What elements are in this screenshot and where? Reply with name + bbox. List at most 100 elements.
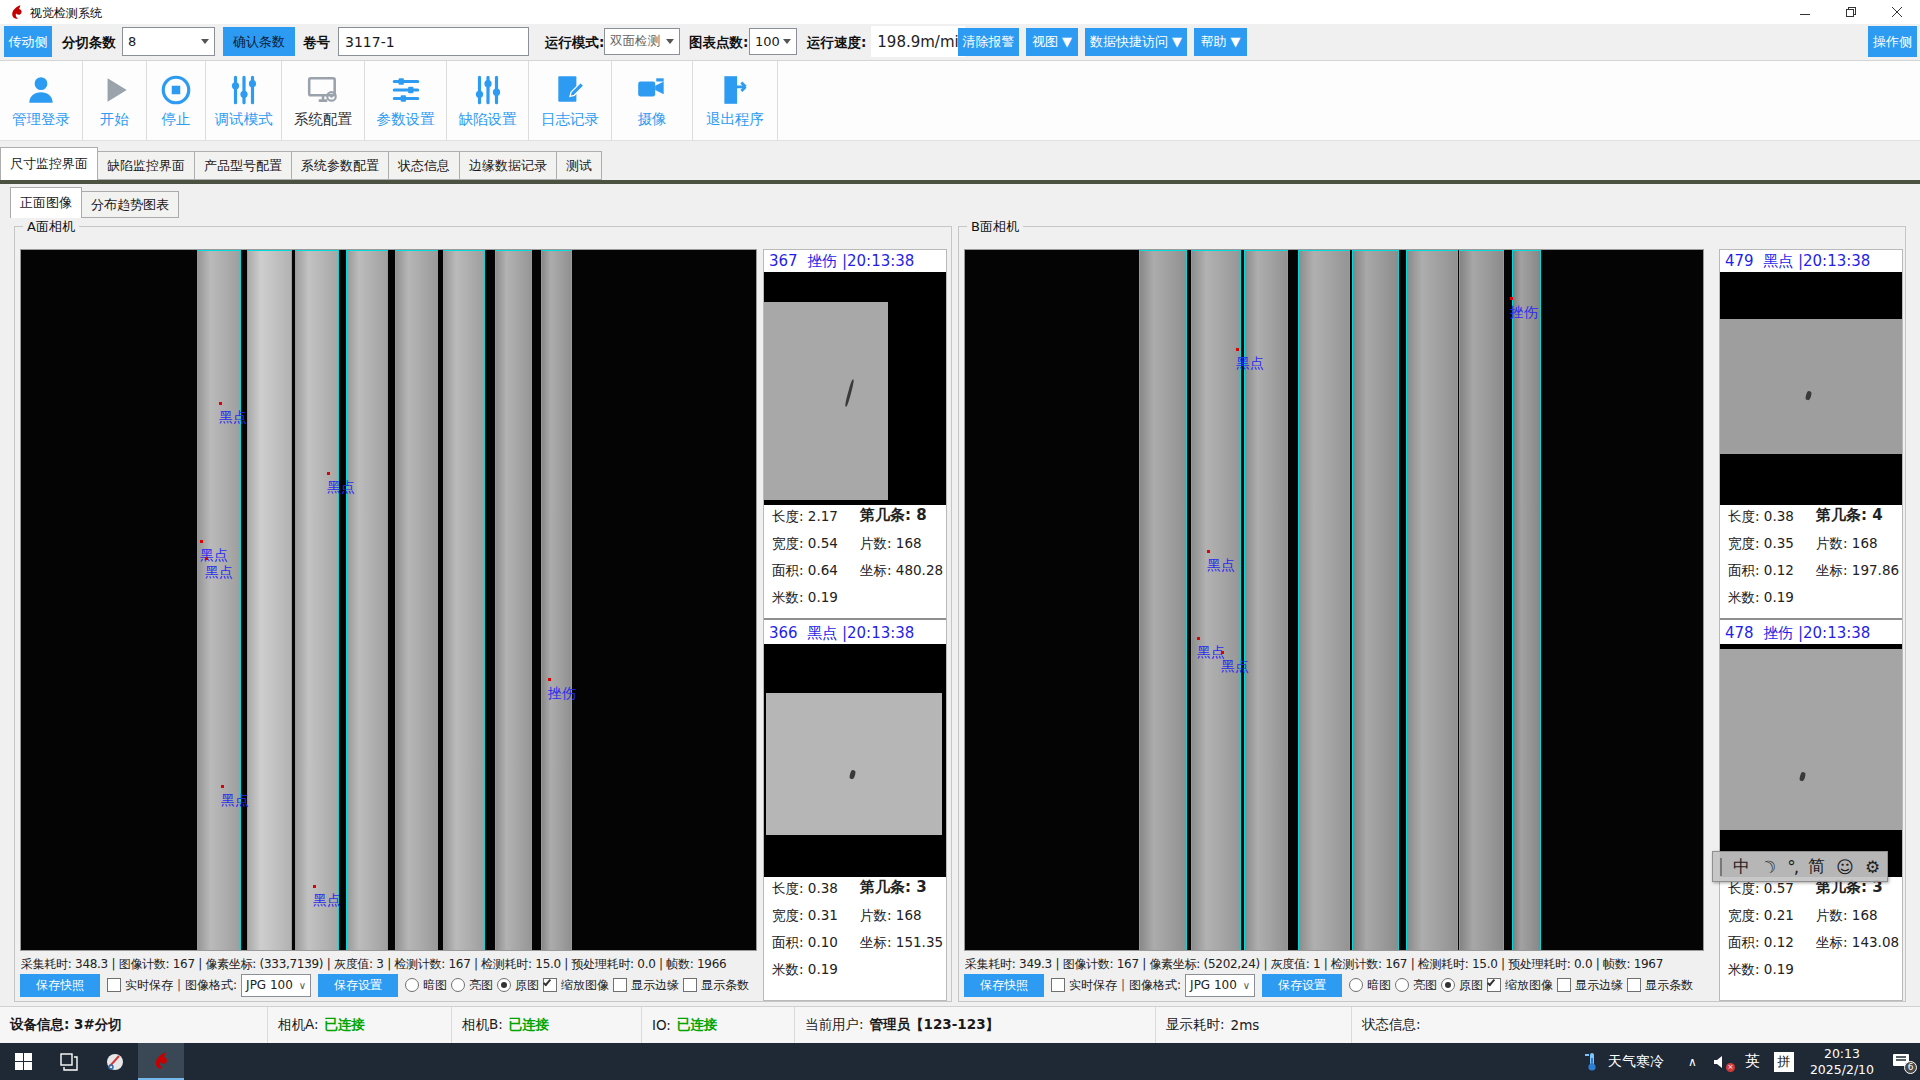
- ime-emoji-icon[interactable]: ☺: [1836, 857, 1854, 877]
- weather-text[interactable]: 天气寒冷: [1608, 1053, 1664, 1071]
- tab-1[interactable]: 缺陷监控界面: [98, 151, 195, 180]
- show-edges-checkbox[interactable]: [1557, 978, 1571, 992]
- notification-center-icon[interactable]: 6: [1892, 1053, 1912, 1071]
- ime-simplified[interactable]: 简: [1808, 855, 1825, 878]
- confirm-count-button[interactable]: 确认条数: [223, 27, 295, 56]
- state-info: 状态信息:: [1352, 1007, 1920, 1043]
- subtab-1[interactable]: 分布趋势图表: [82, 191, 179, 218]
- camera-image: 黑点黑点黑点黑点挫伤黑点黑点: [20, 249, 757, 951]
- toolbar-item-label: 调试模式: [215, 110, 273, 129]
- defect-card-header[interactable]: 366 黑点 |20:13:38: [769, 624, 914, 643]
- dark-image-radio[interactable]: [1349, 978, 1363, 992]
- realtime-save-checkbox[interactable]: [107, 978, 121, 992]
- taskbar-app-vision-system[interactable]: [138, 1043, 184, 1080]
- ime-settings-icon[interactable]: ⚙: [1865, 857, 1880, 877]
- view-menu-button[interactable]: 视图 ▼: [1026, 28, 1078, 56]
- image-format-dropdown[interactable]: JPG 100∨: [1185, 974, 1255, 997]
- toolbar-item-label: 开始: [100, 110, 129, 129]
- start-button[interactable]: [0, 1043, 46, 1080]
- maximize-button[interactable]: [1828, 0, 1874, 24]
- run-speed-label: 运行速度:: [807, 34, 866, 52]
- ime-halfwidth-moon-icon[interactable]: ☽: [1757, 854, 1779, 879]
- bright-image-radio[interactable]: [451, 978, 465, 992]
- drive-side-button[interactable]: 传动侧: [4, 26, 52, 57]
- show-count-label: 显示条数: [701, 977, 749, 994]
- minimize-button[interactable]: [1782, 0, 1828, 24]
- save-snapshot-button[interactable]: 保存快照: [20, 974, 100, 997]
- run-mode-dropdown[interactable]: 双面检测: [604, 28, 680, 55]
- exit-icon: [718, 73, 752, 107]
- zoom-image-label: 缩放图像: [1505, 977, 1553, 994]
- toolbar-item-camera[interactable]: 摄像: [612, 61, 693, 140]
- tab-0[interactable]: 尺寸监控界面: [0, 147, 98, 180]
- app-logo-icon: [9, 4, 25, 20]
- stat-3-left: 米数: 0.19: [772, 589, 838, 607]
- realtime-save-checkbox[interactable]: [1051, 978, 1065, 992]
- close-button[interactable]: [1874, 0, 1920, 24]
- task-view-button[interactable]: [46, 1043, 92, 1080]
- toolbar-item-vsliders2[interactable]: 缺陷设置: [447, 61, 529, 140]
- show-edges-checkbox[interactable]: [613, 978, 627, 992]
- roll-input[interactable]: 3117-1: [338, 27, 529, 56]
- language-indicator[interactable]: 英: [1745, 1052, 1760, 1071]
- stat-0-left: 长度: 0.57: [1728, 880, 1794, 898]
- snipping-tool-icon[interactable]: [92, 1043, 138, 1080]
- clock[interactable]: 20:132025/2/10: [1810, 1046, 1874, 1077]
- show-edges-label: 显示边缘: [631, 977, 679, 994]
- stat-0-left: 长度: 0.38: [772, 880, 838, 898]
- ime-indicator[interactable]: 拼: [1774, 1052, 1794, 1072]
- defect-card-header[interactable]: 479 黑点 |20:13:38: [1725, 252, 1870, 271]
- tab-2[interactable]: 产品型号配置: [195, 151, 292, 180]
- defect-card-header[interactable]: 478 挫伤 |20:13:38: [1725, 624, 1870, 643]
- tab-4[interactable]: 状态信息: [389, 151, 460, 180]
- slit-count-dropdown[interactable]: 8: [122, 27, 215, 56]
- toolbar-item-hsliders[interactable]: 参数设置: [365, 61, 447, 140]
- tray-expand-chevron[interactable]: ∧: [1688, 1055, 1697, 1069]
- toolbar-item-user[interactable]: 管理登录: [0, 61, 83, 140]
- toolbar-item-vsliders[interactable]: 调试模式: [206, 61, 282, 140]
- show-count-checkbox[interactable]: [1627, 978, 1641, 992]
- tab-5[interactable]: 边缘数据记录: [460, 151, 557, 180]
- image-format-dropdown[interactable]: JPG 100∨: [241, 974, 311, 997]
- tab-6[interactable]: 测试: [557, 151, 602, 180]
- show-count-checkbox[interactable]: [683, 978, 697, 992]
- tab-3[interactable]: 系统参数配置: [292, 151, 389, 180]
- clear-alarm-button[interactable]: 清除报警: [958, 28, 1019, 56]
- show-edges-label: 显示边缘: [1575, 977, 1623, 994]
- ime-floating-bar[interactable]: 中 ☽ °, 简 ☺ ⚙: [1712, 851, 1888, 882]
- log-icon: [553, 73, 587, 107]
- bright-image-radio[interactable]: [1395, 978, 1409, 992]
- data-quick-access-button[interactable]: 数据快捷访问 ▼: [1085, 28, 1187, 56]
- stat-1-left: 宽度: 0.54: [772, 535, 838, 553]
- defect-thumbnail: [764, 272, 946, 505]
- help-menu-button[interactable]: 帮助 ▼: [1194, 28, 1247, 56]
- defect-card-list: 367 挫伤 |20:13:38长度: 2.17第几条: 8宽度: 0.54片数…: [763, 249, 947, 1001]
- save-settings-button[interactable]: 保存设置: [318, 974, 398, 997]
- defect-label: 挫伤: [548, 685, 576, 703]
- defect-card-header[interactable]: 367 挫伤 |20:13:38: [769, 252, 914, 271]
- camera-a-status: 相机A:已连接: [268, 1007, 452, 1043]
- stat-1-left: 宽度: 0.31: [772, 907, 838, 925]
- save-settings-button[interactable]: 保存设置: [1262, 974, 1342, 997]
- toolbar-item-stop[interactable]: 停止: [147, 61, 206, 140]
- dark-image-radio[interactable]: [405, 978, 419, 992]
- stat-0-right: 第几条: 3: [860, 878, 927, 897]
- film-strip-5: [1352, 250, 1399, 951]
- ime-mode-chinese[interactable]: 中: [1733, 855, 1750, 878]
- chart-points-dropdown[interactable]: 100: [749, 28, 797, 55]
- ime-drag-handle[interactable]: [1720, 858, 1722, 876]
- subtab-0[interactable]: 正面图像: [10, 187, 82, 218]
- operate-side-button[interactable]: 操作侧: [1868, 26, 1917, 57]
- toolbar-item-play[interactable]: 开始: [83, 61, 147, 140]
- toolbar-item-monitor[interactable]: 系统配置: [282, 61, 365, 140]
- acquisition-status-line: 采集耗时: 348.3 | 图像计数: 167 | 像素坐标: (333,713…: [21, 956, 752, 973]
- original-image-radio[interactable]: [1441, 978, 1455, 992]
- toolbar-item-log[interactable]: 日志记录: [529, 61, 612, 140]
- show-count-label: 显示条数: [1645, 977, 1693, 994]
- ime-punctuation[interactable]: °,: [1787, 857, 1797, 877]
- toolbar-item-exit[interactable]: 退出程序: [693, 61, 778, 140]
- volume-muted-icon[interactable]: ×: [1713, 1054, 1731, 1070]
- original-image-radio[interactable]: [497, 978, 511, 992]
- save-snapshot-button[interactable]: 保存快照: [964, 974, 1044, 997]
- acquisition-status-line: 采集耗时: 349.3 | 图像计数: 167 | 像素坐标: (5202,24…: [965, 956, 1699, 973]
